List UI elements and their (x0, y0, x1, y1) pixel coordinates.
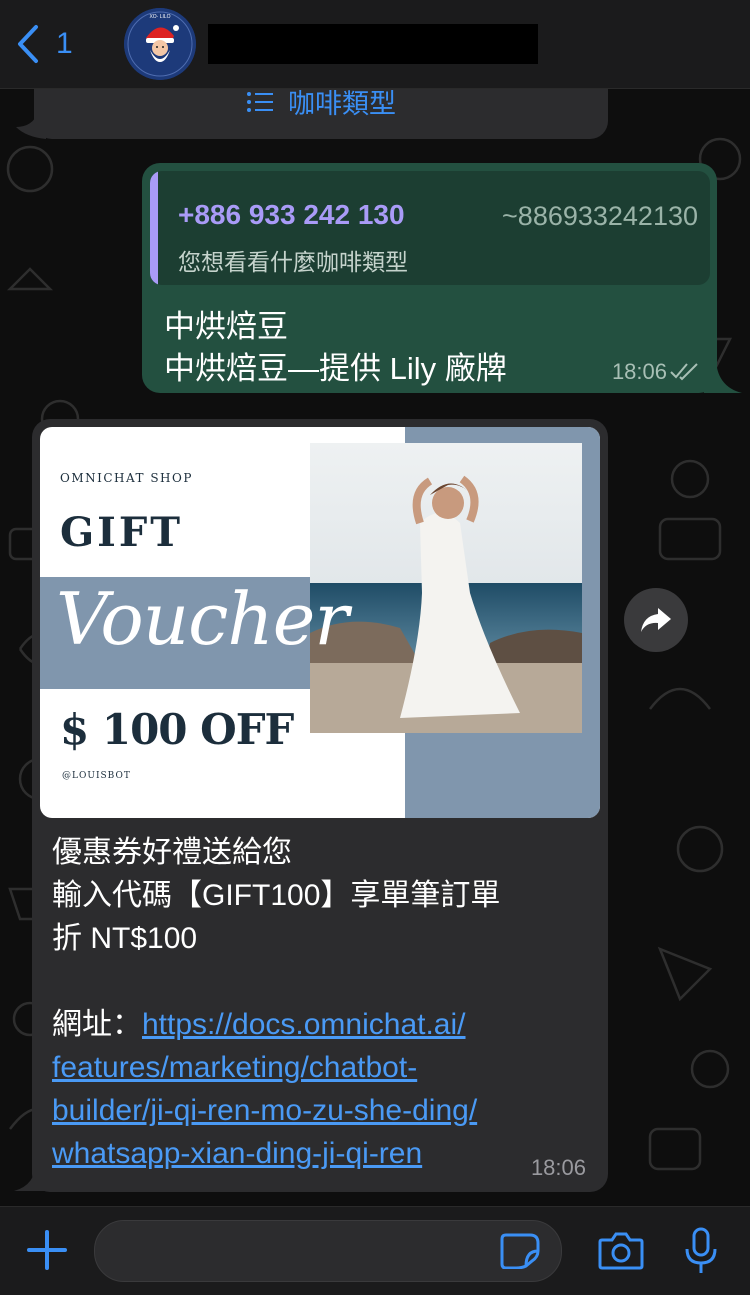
message-body: 優惠券好禮送給您 輸入代碼【GIFT100】享單筆訂單 折 NT$100 網址：… (52, 831, 592, 1175)
message-line: 折 NT$100 (52, 922, 198, 955)
url-link[interactable]: whatsapp-xian-ding-ji-qi-ren (52, 1137, 422, 1170)
message-line: 中烘焙豆—提供 Lily 廠牌 (164, 351, 507, 386)
bubble-tail (704, 361, 742, 393)
sticker-icon[interactable] (500, 1233, 540, 1269)
plus-icon[interactable] (26, 1229, 68, 1271)
message-time: 18:06 (611, 359, 667, 384)
list-menu-button[interactable]: 咖啡類型 (34, 89, 608, 121)
forward-button[interactable] (624, 588, 688, 652)
message-time: 18:06 (530, 1155, 586, 1180)
voucher-photo (310, 443, 582, 733)
quote-accent-bar (150, 171, 158, 285)
url-link[interactable]: features/marketing/chatbot- (52, 1051, 417, 1084)
chat-area[interactable]: 咖啡類型 +886 933 242 130 ~886933242130 您想看看… (0, 89, 750, 1205)
chevron-left-icon (18, 25, 38, 63)
incoming-menu-bubble: 咖啡類型 (34, 89, 608, 139)
camera-icon[interactable] (598, 1231, 644, 1271)
url-label: 網址： (52, 1008, 142, 1041)
voucher-handle: @LOUISBOT (62, 771, 131, 781)
forward-icon (641, 608, 671, 632)
url-link[interactable]: https://docs.omnichat.ai/ (142, 1008, 466, 1041)
chat-header: 1 XO· LILO (0, 0, 750, 89)
message-line: 中烘焙豆 (164, 309, 288, 344)
quote-alias: ~886933242130 (502, 201, 698, 231)
quote-phone: +886 933 242 130 (178, 199, 405, 230)
avatar[interactable]: XO· LILO (124, 8, 196, 80)
voucher-script-title: Voucher (56, 577, 349, 661)
message-line: 輸入代碼【GIFT100】享單筆訂單 (52, 879, 501, 912)
redacted-contact-name (208, 24, 538, 64)
incoming-message-bubble[interactable]: OMNICHAT SHOP GIFT Voucher $ 100 OFF @LO… (32, 419, 608, 1192)
voucher-gift-title: GIFT (60, 509, 184, 556)
url-link[interactable]: builder/ji-qi-ren-mo-zu-she-ding/ (52, 1094, 477, 1127)
quote-text: 您想看看什麼咖啡類型 (178, 249, 408, 275)
bubble-tail (16, 113, 46, 139)
quoted-message[interactable]: +886 933 242 130 ~886933242130 您想看看什麼咖啡類… (150, 171, 710, 285)
back-button[interactable]: 1 (16, 22, 73, 66)
microphone-icon[interactable] (684, 1227, 718, 1275)
voucher-image[interactable]: OMNICHAT SHOP GIFT Voucher $ 100 OFF @LO… (40, 427, 600, 818)
unread-count: 1 (56, 27, 73, 60)
voucher-shop-name: OMNICHAT SHOP (60, 471, 193, 485)
voucher-discount: $ 100 OFF (60, 705, 294, 754)
list-icon (247, 91, 273, 112)
avatar-text: XO· LILO (149, 14, 171, 20)
url-line: 網址：https://docs.omnichat.ai/ (52, 1003, 592, 1046)
menu-label: 咖啡類型 (288, 89, 396, 119)
message-input[interactable] (94, 1220, 562, 1282)
double-check-icon (670, 363, 698, 381)
bubble-tail (14, 1161, 48, 1191)
input-bar (0, 1206, 750, 1295)
message-line: 優惠券好禮送給您 (52, 836, 292, 869)
outgoing-message-bubble[interactable]: +886 933 242 130 ~886933242130 您想看看什麼咖啡類… (142, 163, 717, 393)
